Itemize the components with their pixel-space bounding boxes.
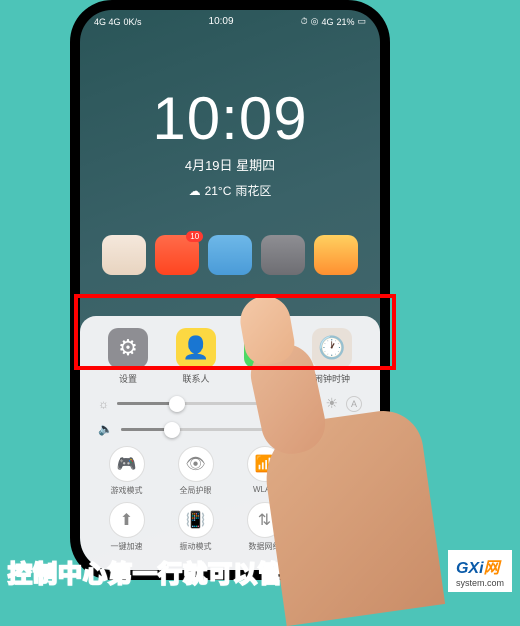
toggle-wlan[interactable]: 📶 WLAN bbox=[232, 446, 297, 496]
home-app-row: 10 bbox=[80, 235, 380, 275]
caption-text: 控制中心第一行就可以管理后 bbox=[8, 554, 333, 589]
status-bar: 4G 4G 0K/s 10:09 ⏱ ◎ 4G 21% ▭ bbox=[80, 10, 380, 29]
toggle-hidden[interactable] bbox=[301, 446, 366, 496]
auto-brightness[interactable]: A bbox=[346, 396, 362, 412]
toggle-eye-protect[interactable]: 👁 全局护眼 bbox=[163, 446, 228, 496]
quick-app-label: 联系人 bbox=[182, 372, 209, 385]
quick-app-clock[interactable]: 🕐 闹钟时钟 bbox=[312, 328, 352, 385]
toggle-boost[interactable]: ⬆ 一键加速 bbox=[94, 502, 159, 552]
toggle-vibrate[interactable]: 📳 振动模式 bbox=[163, 502, 228, 552]
toggle-screenshot[interactable]: ⛶ 超级截屏 bbox=[301, 502, 366, 552]
toggle-data[interactable]: ⇅ 数据网络 bbox=[232, 502, 297, 552]
weather-icon: ☁ bbox=[189, 184, 201, 198]
toggle-game-mode[interactable]: 🎮 游戏模式 bbox=[94, 446, 159, 496]
quick-app-label: 闹钟时钟 bbox=[314, 372, 350, 385]
alarm-icon: ⏱ bbox=[301, 16, 308, 27]
volume-slider-row: 🔈 bbox=[98, 422, 362, 436]
clock-time: 10:09 bbox=[80, 84, 380, 153]
home-app-1[interactable] bbox=[102, 235, 146, 275]
weather-temp: 21°C bbox=[205, 184, 232, 198]
home-app-5[interactable] bbox=[314, 235, 358, 275]
volume-icon: 🔈 bbox=[98, 422, 113, 436]
battery-icon: ▭ bbox=[357, 16, 366, 27]
vibrate-icon: ◎ bbox=[311, 16, 319, 27]
home-app-4[interactable] bbox=[261, 235, 305, 275]
network-type: 4G bbox=[321, 17, 333, 27]
status-time: 10:09 bbox=[209, 16, 234, 27]
quick-app-label: 设置 bbox=[119, 372, 137, 385]
watermark: GXi网 system.com bbox=[448, 550, 512, 592]
quick-app-3[interactable] bbox=[244, 328, 284, 385]
weather-location: 雨花区 bbox=[235, 182, 271, 199]
battery-percent: 21% bbox=[336, 17, 354, 27]
clock-widget: 10:09 4月19日 星期四 ☁ 21°C 雨花区 bbox=[80, 84, 380, 199]
phone-frame: 4G 4G 0K/s 10:09 ⏱ ◎ 4G 21% ▭ 10:09 4月19… bbox=[70, 0, 390, 580]
home-app-2[interactable]: 10 bbox=[155, 235, 199, 275]
control-center[interactable]: ⚙ 设置 👤 联系人 🕐 闹钟时钟 ☼ bbox=[80, 316, 380, 570]
volume-slider[interactable] bbox=[121, 428, 362, 431]
quick-app-contacts[interactable]: 👤 联系人 bbox=[176, 328, 216, 385]
brightness-slider[interactable] bbox=[117, 402, 317, 405]
home-app-3[interactable] bbox=[208, 235, 252, 275]
app-badge: 10 bbox=[186, 231, 203, 242]
clock-date: 4月19日 星期四 bbox=[80, 155, 380, 174]
quick-app-settings[interactable]: ⚙ 设置 bbox=[108, 328, 148, 385]
brightness-low-icon: ☼ bbox=[98, 397, 109, 411]
signal-indicator: 4G 4G bbox=[94, 17, 121, 27]
quick-apps-row: ⚙ 设置 👤 联系人 🕐 闹钟时钟 bbox=[94, 328, 366, 385]
toggle-grid: 🎮 游戏模式 👁 全局护眼 📶 WLAN ⬆ 一键加速 bbox=[94, 446, 366, 552]
weather-line: ☁ 21°C 雨花区 bbox=[80, 182, 380, 199]
brightness-slider-row: ☼ ☀ A bbox=[98, 395, 362, 412]
phone-screen: 4G 4G 0K/s 10:09 ⏱ ◎ 4G 21% ▭ 10:09 4月19… bbox=[80, 10, 380, 570]
brightness-high-icon: ☀ bbox=[325, 395, 338, 412]
caption-bar: 控制中心第一行就可以管理后 GXi网 system.com bbox=[0, 550, 520, 592]
network-speed: 0K/s bbox=[124, 17, 142, 27]
